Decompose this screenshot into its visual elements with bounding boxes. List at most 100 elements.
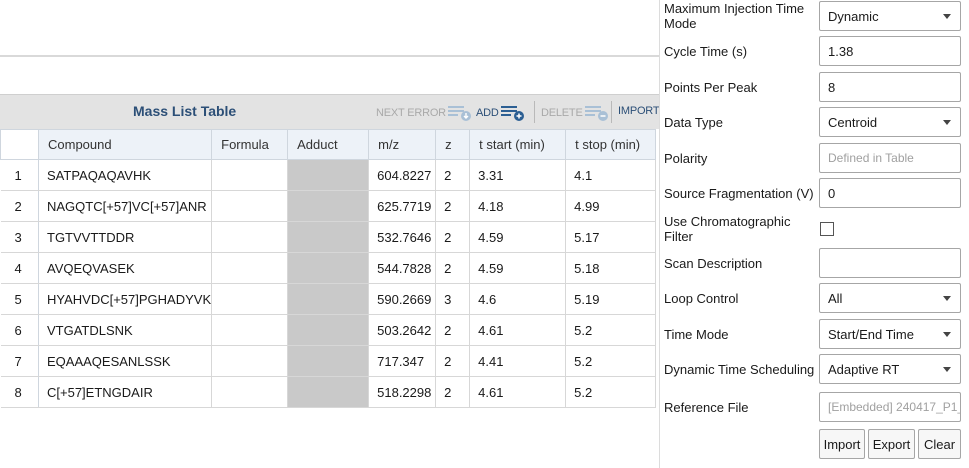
column-header-z[interactable]: z bbox=[435, 129, 471, 160]
mz-cell[interactable]: 604.8227 bbox=[368, 159, 437, 191]
column-header-compound[interactable]: Compound bbox=[37, 129, 213, 160]
time-mode-select[interactable]: Start/End Time bbox=[819, 319, 961, 349]
use-chromatographic-filter-label: Use Chromatographic Filter bbox=[664, 214, 791, 244]
formula-cell[interactable] bbox=[211, 159, 289, 191]
t-stop-cell[interactable]: 5.2 bbox=[565, 376, 657, 408]
row-index: 1 bbox=[0, 159, 39, 191]
max-injection-time-mode-select[interactable]: Dynamic bbox=[819, 1, 961, 31]
data-type-label: Data Type bbox=[664, 115, 724, 130]
column-header-t-start[interactable]: t start (min) bbox=[469, 129, 567, 160]
t-stop-cell[interactable]: 5.2 bbox=[565, 314, 657, 346]
t-start-cell[interactable]: 4.59 bbox=[469, 221, 567, 253]
next-error-button[interactable]: NEXT ERROR bbox=[376, 105, 472, 121]
cycle-time-input[interactable]: 1.38 bbox=[819, 36, 961, 66]
t-start-cell[interactable]: 4.18 bbox=[469, 190, 567, 222]
mass-list-grid: Compound Formula Adduct m/z z t start (m… bbox=[0, 129, 659, 414]
formula-cell[interactable] bbox=[211, 190, 289, 222]
t-stop-cell[interactable]: 4.1 bbox=[565, 159, 657, 191]
table-row[interactable]: 2 NAGQTC[+57]VC[+57]ANR 625.7719 2 4.18 … bbox=[0, 190, 657, 222]
z-cell[interactable]: 2 bbox=[435, 314, 471, 346]
formula-cell[interactable] bbox=[211, 221, 289, 253]
table-row[interactable]: 8 C[+57]ETNGDAIR 518.2298 2 4.61 5.2 bbox=[0, 376, 657, 408]
adduct-cell bbox=[287, 314, 370, 346]
scan-description-input[interactable] bbox=[819, 248, 961, 278]
max-injection-time-mode-value: Dynamic bbox=[828, 8, 879, 24]
points-per-peak-input[interactable]: 8 bbox=[819, 72, 961, 102]
mz-cell[interactable]: 625.7719 bbox=[368, 190, 437, 222]
clear-button[interactable]: Clear bbox=[918, 429, 961, 459]
row-index: 5 bbox=[0, 283, 39, 315]
t-start-cell[interactable]: 4.41 bbox=[469, 345, 567, 377]
t-stop-cell[interactable]: 5.17 bbox=[565, 221, 657, 253]
delete-label: DELETE bbox=[541, 107, 583, 119]
max-injection-time-mode-label: Maximum Injection Time Mode bbox=[664, 1, 805, 31]
column-header-adduct[interactable]: Adduct bbox=[287, 129, 370, 160]
mz-cell[interactable]: 503.2642 bbox=[368, 314, 437, 346]
table-row[interactable]: 6 VTGATDLSNK 503.2642 2 4.61 5.2 bbox=[0, 314, 657, 346]
dynamic-time-scheduling-select[interactable]: Adaptive RT bbox=[819, 354, 961, 384]
column-header-t-stop[interactable]: t stop (min) bbox=[565, 129, 657, 160]
table-row[interactable]: 4 AVQEQVASEK 544.7828 2 4.59 5.18 bbox=[0, 252, 657, 284]
import-button[interactable]: Import bbox=[819, 429, 865, 459]
chevron-down-icon bbox=[943, 367, 951, 372]
compound-cell[interactable]: EQAAAQESANLSSK bbox=[38, 345, 213, 377]
z-cell[interactable]: 2 bbox=[435, 345, 471, 377]
scan-settings-panel: Maximum Injection Time Mode Dynamic Cycl… bbox=[659, 0, 969, 468]
formula-cell[interactable] bbox=[211, 376, 289, 408]
mz-cell[interactable]: 590.2669 bbox=[368, 283, 437, 315]
mz-cell[interactable]: 518.2298 bbox=[368, 376, 437, 408]
compound-cell[interactable]: VTGATDLSNK bbox=[38, 314, 213, 346]
list-arrow-down-icon bbox=[447, 105, 472, 121]
t-start-cell[interactable]: 4.61 bbox=[469, 314, 567, 346]
compound-cell[interactable]: NAGQTC[+57]VC[+57]ANR bbox=[38, 190, 213, 222]
mz-cell[interactable]: 544.7828 bbox=[368, 252, 437, 284]
data-type-select[interactable]: Centroid bbox=[819, 107, 961, 137]
table-row[interactable]: 5 HYAHVDC[+57]PGHADYVK 590.2669 3 4.6 5.… bbox=[0, 283, 657, 315]
z-cell[interactable]: 2 bbox=[435, 190, 471, 222]
use-chromatographic-filter-checkbox[interactable] bbox=[820, 222, 834, 236]
t-stop-cell[interactable]: 5.18 bbox=[565, 252, 657, 284]
adduct-cell bbox=[287, 376, 370, 408]
t-stop-cell[interactable]: 5.2 bbox=[565, 345, 657, 377]
compound-cell[interactable]: C[+57]ETNGDAIR bbox=[38, 376, 213, 408]
column-header-formula[interactable]: Formula bbox=[211, 129, 289, 160]
compound-cell[interactable]: TGTVVTTDDR bbox=[38, 221, 213, 253]
z-cell[interactable]: 2 bbox=[435, 159, 471, 191]
compound-cell[interactable]: AVQEQVASEK bbox=[38, 252, 213, 284]
add-label: ADD bbox=[476, 107, 499, 119]
t-start-cell[interactable]: 3.31 bbox=[469, 159, 567, 191]
row-index: 7 bbox=[0, 345, 39, 377]
z-cell[interactable]: 2 bbox=[435, 376, 471, 408]
compound-cell[interactable]: SATPAQAQAVHK bbox=[38, 159, 213, 191]
table-row[interactable]: 7 EQAAAQESANLSSK 717.347 2 4.41 5.2 bbox=[0, 345, 657, 377]
t-start-cell[interactable]: 4.61 bbox=[469, 376, 567, 408]
adduct-cell bbox=[287, 345, 370, 377]
formula-cell[interactable] bbox=[211, 345, 289, 377]
z-cell[interactable]: 2 bbox=[435, 221, 471, 253]
chevron-down-icon bbox=[943, 120, 951, 125]
chevron-down-icon bbox=[943, 296, 951, 301]
mz-cell[interactable]: 717.347 bbox=[368, 345, 437, 377]
export-button[interactable]: Export bbox=[868, 429, 915, 459]
delete-button[interactable]: DELETE bbox=[541, 105, 609, 121]
loop-control-select[interactable]: All bbox=[819, 283, 961, 313]
formula-cell[interactable] bbox=[211, 252, 289, 284]
t-stop-cell[interactable]: 5.19 bbox=[565, 283, 657, 315]
table-row[interactable]: 3 TGTVVTTDDR 532.7646 2 4.59 5.17 bbox=[0, 221, 657, 253]
z-cell[interactable]: 3 bbox=[435, 283, 471, 315]
t-start-cell[interactable]: 4.6 bbox=[469, 283, 567, 315]
z-cell[interactable]: 2 bbox=[435, 252, 471, 284]
formula-cell[interactable] bbox=[211, 314, 289, 346]
t-start-cell[interactable]: 4.59 bbox=[469, 252, 567, 284]
import-list-button[interactable]: IMPORT bbox=[618, 105, 659, 117]
mz-cell[interactable]: 532.7646 bbox=[368, 221, 437, 253]
source-fragmentation-input[interactable]: 0 bbox=[819, 178, 961, 208]
table-row[interactable]: 1 SATPAQAQAVHK 604.8227 2 3.31 4.1 bbox=[0, 159, 657, 191]
loop-control-label: Loop Control bbox=[664, 291, 739, 306]
formula-cell[interactable] bbox=[211, 283, 289, 315]
table-header-row: Compound Formula Adduct m/z z t start (m… bbox=[0, 129, 657, 160]
t-stop-cell[interactable]: 4.99 bbox=[565, 190, 657, 222]
add-button[interactable]: ADD bbox=[476, 105, 525, 121]
compound-cell[interactable]: HYAHVDC[+57]PGHADYVK bbox=[38, 283, 213, 315]
column-header-mz[interactable]: m/z bbox=[368, 129, 437, 160]
